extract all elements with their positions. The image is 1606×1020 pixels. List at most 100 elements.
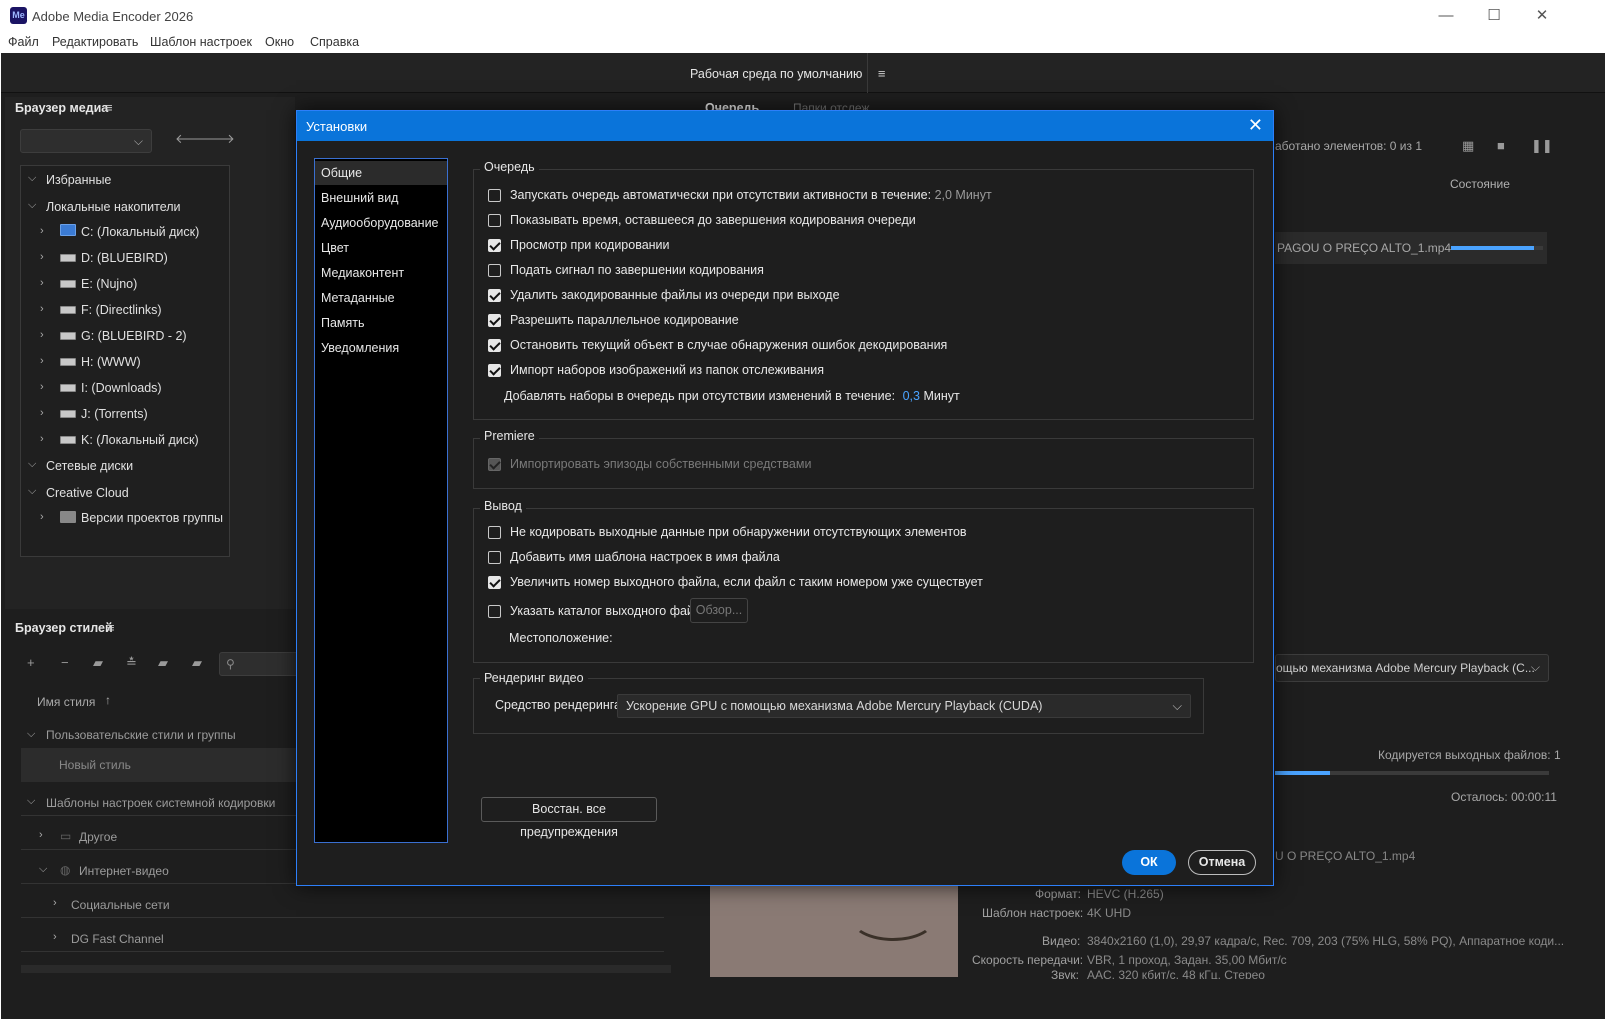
option-increment-output-number[interactable]: Увеличить номер выходного файла, если фа… [488,575,1088,591]
nav-metadata[interactable]: Метаданные [315,286,447,310]
user-styles-group[interactable]: Пользовательские стили и группы [46,728,236,742]
chevron-down-icon[interactable]: ⌵ [28,458,36,471]
workspace-menu-icon[interactable]: ≡ [878,66,886,81]
queue-item-row[interactable]: PAGOU O PREÇO ALTO_1.mp4 [1275,232,1547,264]
minimize-icon[interactable]: — [1434,6,1458,26]
chevron-right-icon[interactable]: › [40,303,44,315]
import-icon[interactable]: ▰ [158,655,168,671]
tree-drive-k[interactable]: K: (Локальный диск) [81,433,199,447]
preset-other[interactable]: Другое [79,830,117,844]
chevron-right-icon[interactable]: › [40,381,44,393]
nav-audio-hardware[interactable]: Аудиооборудование [315,211,447,235]
option-beep-when-done[interactable]: Подать сигнал по завершении кодирования [488,263,1088,279]
chevron-right-icon[interactable]: › [40,511,44,523]
auto-start-minutes[interactable]: 2,0 Минут [935,188,992,202]
nav-media[interactable]: Медиаконтент [315,261,447,285]
tree-drive-i[interactable]: I: (Downloads) [81,381,162,395]
increment-number-checkbox[interactable] [488,576,501,589]
nav-memory[interactable]: Память [315,311,447,335]
show-remaining-checkbox[interactable] [488,214,501,227]
tree-creative-cloud[interactable]: Creative Cloud [46,486,129,500]
menu-help[interactable]: Справка [310,35,359,49]
browse-button[interactable]: Обзор... [690,598,748,623]
maximize-icon[interactable]: ☐ [1482,6,1506,26]
style-browser-menu-icon[interactable]: ≡ [107,620,115,635]
specify-folder-checkbox[interactable] [488,605,501,618]
import-sequences-checkbox[interactable] [488,364,501,377]
skip-missing-checkbox[interactable] [488,526,501,539]
tree-drive-d[interactable]: D: (BLUEBIRD) [81,251,168,265]
chevron-right-icon[interactable]: › [40,407,44,419]
menu-preset[interactable]: Шаблон настроек [150,35,252,49]
menu-edit[interactable]: Редактировать [52,35,138,49]
tree-drive-h[interactable]: H: (WWW) [81,355,141,369]
preset-internet-video[interactable]: Интернет-видео [79,864,169,878]
option-auto-start-queue[interactable]: Запускать очередь автоматически при отсу… [488,188,1088,204]
tree-network[interactable]: Сетевые диски [46,459,133,473]
cancel-button[interactable]: Отмена [1188,850,1256,875]
option-skip-missing-assets[interactable]: Не кодировать выходные данные при обнару… [488,525,1088,541]
ok-button[interactable]: ОК [1122,850,1176,875]
preview-encoding-checkbox[interactable] [488,239,501,252]
nav-general[interactable]: Общие [315,161,447,185]
chevron-right-icon[interactable]: › [40,433,44,445]
chevron-right-icon[interactable]: › [40,329,44,341]
chevron-right-icon[interactable]: › [40,225,44,237]
add-icon[interactable]: + [27,655,35,670]
status-column-header[interactable]: Состояние [1450,177,1510,191]
close-icon[interactable]: ✕ [1248,115,1263,136]
close-window-icon[interactable]: ✕ [1530,6,1554,26]
tree-drive-g[interactable]: G: (BLUEBIRD - 2) [81,329,187,343]
tree-favorites[interactable]: Избранные [46,173,111,187]
nav-appearance[interactable]: Внешний вид [315,186,447,210]
preset-social[interactable]: Социальные сети [71,898,170,912]
preset-dg[interactable]: DG Fast Channel [71,932,164,946]
option-append-preset-name[interactable]: Добавить имя шаблона настроек в имя файл… [488,550,1088,566]
forward-arrow-icon[interactable]: 🡒 [200,131,235,147]
export-icon[interactable]: ▰ [192,655,202,671]
option-stop-on-decode-errors[interactable]: Остановить текущий объект в случае обнар… [488,338,1088,354]
settings-sliders-icon[interactable]: ≛ [126,655,137,671]
stop-icon[interactable]: ■ [1497,138,1505,153]
system-presets-group[interactable]: Шаблоны настроек системной кодировки [46,796,275,810]
option-import-image-sequences[interactable]: Импорт наборов изображений из папок отсл… [488,363,1088,379]
nav-notifications[interactable]: Уведомления [315,336,447,360]
menu-file[interactable]: Файл [8,35,39,49]
horizontal-scrollbar[interactable] [21,965,671,973]
chevron-down-icon[interactable]: ⌵ [28,172,36,185]
folder-icon[interactable]: ▰ [93,655,103,671]
menu-window[interactable]: Окно [265,35,294,49]
tree-drive-c[interactable]: C: (Локальный диск) [81,225,199,239]
chevron-right-icon[interactable]: › [40,251,44,263]
tree-drive-e[interactable]: E: (Nujno) [81,277,137,291]
chevron-right-icon[interactable]: › [39,829,43,841]
new-style-row[interactable]: Новый стиль [21,748,311,782]
option-remove-encoded-on-exit[interactable]: Удалить закодированные файлы из очереди … [488,288,1088,304]
beep-checkbox[interactable] [488,264,501,277]
tree-drive-j[interactable]: J: (Torrents) [81,407,148,421]
add-sets-minutes-value[interactable]: 0,3 [903,389,920,403]
tree-team-projects[interactable]: Версии проектов группы [81,511,223,525]
chevron-down-icon[interactable]: ⌵ [28,485,36,498]
remove-encoded-checkbox[interactable] [488,289,501,302]
chevron-down-icon[interactable]: ⌵ [28,199,36,212]
option-parallel-encoding[interactable]: Разрешить параллельное кодирование [488,313,1088,329]
render-queue-icon[interactable]: ▦ [1462,138,1474,154]
chevron-right-icon[interactable]: › [40,355,44,367]
option-show-remaining-time[interactable]: Показывать время, оставшееся до завершен… [488,213,1088,229]
media-browser-menu-icon[interactable]: ≡ [105,100,113,115]
chevron-right-icon[interactable]: › [40,277,44,289]
option-preview-while-encoding[interactable]: Просмотр при кодировании [488,238,1088,254]
auto-start-checkbox[interactable] [488,189,501,202]
workspace-switcher[interactable]: Рабочая среда по умолчанию ≡ [690,66,885,81]
renderer-select[interactable]: Ускорение GPU с помощью механизма Adobe … [617,694,1191,718]
sort-up-icon[interactable]: ↑ [105,693,111,707]
style-search-input[interactable]: ⚲ [219,652,299,676]
append-preset-checkbox[interactable] [488,551,501,564]
reset-warnings-button[interactable]: Восстан. все предупреждения [481,797,657,839]
stop-on-errors-checkbox[interactable] [488,339,501,352]
media-location-dropdown[interactable]: ⌵ [20,129,152,153]
parallel-encoding-checkbox[interactable] [488,314,501,327]
renderer-dropdown[interactable]: ощью механизма Adobe Mercury Playback (C… [1275,654,1549,682]
tree-drive-f[interactable]: F: (Directlinks) [81,303,162,317]
